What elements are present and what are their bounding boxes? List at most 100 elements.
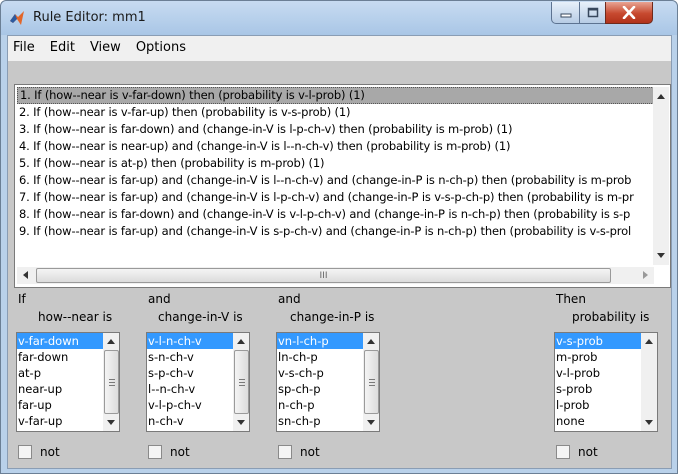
list-item[interactable]: v-l-prob <box>555 365 641 381</box>
probability-items: v-s-prob m-prob v-l-prob s-prob l-prob n… <box>555 333 641 429</box>
matlab-app-icon <box>10 11 24 25</box>
list-item[interactable]: v-far-up <box>17 413 103 429</box>
not-label: not <box>300 445 320 459</box>
listbox-scrollbar[interactable] <box>363 333 379 431</box>
menu-edit[interactable]: Edit <box>50 40 75 55</box>
list-item[interactable]: ln-ch-p <box>277 349 363 365</box>
list-item[interactable]: l-prob <box>555 397 641 413</box>
list-item[interactable]: none <box>555 413 641 429</box>
rule-item[interactable]: 2. If (how--near is v-far-up) then (prob… <box>17 104 654 121</box>
change-in-v-not-row: not <box>148 445 190 459</box>
list-item[interactable]: v-far-down <box>17 333 103 349</box>
change-in-p-not-checkbox[interactable] <box>278 445 292 459</box>
menu-view[interactable]: View <box>90 40 121 55</box>
rule-item[interactable]: 1. If (how--near is v-far-down) then (pr… <box>17 87 654 104</box>
scroll-down-arrow-icon[interactable] <box>107 420 115 425</box>
maximize-button[interactable] <box>579 2 606 24</box>
how-near-not-row: not <box>18 445 60 459</box>
list-item[interactable]: n-ch-p <box>277 397 363 413</box>
rule-item[interactable]: 9. If (how--near is far-up) and (change-… <box>17 223 654 240</box>
list-item[interactable]: far-down <box>17 349 103 365</box>
listbox-scroll-thumb[interactable] <box>364 350 379 414</box>
rule-item[interactable]: 5. If (how--near is at-p) then (probabil… <box>17 155 654 172</box>
not-label: not <box>170 445 190 459</box>
close-icon <box>622 6 636 19</box>
scroll-down-arrow-icon[interactable] <box>367 420 375 425</box>
scroll-up-arrow-icon[interactable] <box>367 339 375 344</box>
then-label: Then <box>556 292 586 306</box>
how-near-listbox[interactable]: v-far-down far-down at-p near-up far-up … <box>16 332 120 432</box>
minimize-button[interactable] <box>551 2 580 24</box>
not-label: not <box>40 445 60 459</box>
scroll-down-arrow-icon[interactable] <box>657 253 665 258</box>
list-item[interactable]: sp-ch-p <box>277 381 363 397</box>
list-item[interactable]: v-l-p-ch-v <box>147 397 233 413</box>
listbox-scrollbar[interactable] <box>103 333 119 431</box>
list-item[interactable]: v-s-ch-p <box>277 365 363 381</box>
list-item[interactable]: m-prob <box>555 349 641 365</box>
probability-not-checkbox[interactable] <box>556 445 570 459</box>
and-label: and <box>148 292 171 306</box>
rule-list-horizontal-scrollbar[interactable]: III <box>17 267 654 284</box>
list-item[interactable]: near-up <box>17 381 103 397</box>
scroll-right-arrow-icon[interactable] <box>643 271 648 279</box>
change-in-p-listbox[interactable]: vn-l-ch-p ln-ch-p v-s-ch-p sp-ch-p n-ch-… <box>276 332 380 432</box>
and-label: and <box>278 292 301 306</box>
probability-listbox[interactable]: v-s-prob m-prob v-l-prob s-prob l-prob n… <box>554 332 658 432</box>
list-item[interactable]: at-p <box>17 365 103 381</box>
change-in-v-listbox[interactable]: v-l-n-ch-v s-n-ch-v s-p-ch-v l--n-ch-v v… <box>146 332 250 432</box>
scroll-down-arrow-icon[interactable] <box>237 420 245 425</box>
listbox-scrollbar[interactable] <box>641 333 657 431</box>
horizontal-scroll-thumb[interactable]: III <box>36 268 611 283</box>
rule-item[interactable]: 6. If (how--near is far-up) and (change-… <box>17 172 654 189</box>
list-item[interactable]: l--n-ch-v <box>147 381 233 397</box>
list-item[interactable]: far-up <box>17 397 103 413</box>
scroll-up-arrow-icon[interactable] <box>237 339 245 344</box>
scroll-up-arrow-icon[interactable] <box>657 94 665 99</box>
menu-bar: File Edit View Options <box>8 36 671 58</box>
rule-list-vertical-scrollbar[interactable] <box>653 87 669 265</box>
scroll-grip: III <box>319 270 328 281</box>
how-near-items: v-far-down far-down at-p near-up far-up … <box>17 333 103 429</box>
rule-item[interactable]: 7. If (how--near is far-up) and (change-… <box>17 189 654 206</box>
if-label: If <box>18 292 26 306</box>
list-item[interactable]: vn-l-ch-p <box>277 333 363 349</box>
rule-item[interactable]: 4. If (how--near is near-up) and (change… <box>17 138 654 155</box>
list-item[interactable]: s-n-ch-v <box>147 349 233 365</box>
menu-options[interactable]: Options <box>136 40 186 55</box>
change-in-v-variable-label: change-in-V is <box>158 310 243 324</box>
list-item[interactable]: v-l-n-ch-v <box>147 333 233 349</box>
probability-not-row: not <box>556 445 598 459</box>
scroll-down-arrow-icon[interactable] <box>645 420 653 425</box>
window-title: Rule Editor: mm1 <box>33 10 146 25</box>
change-in-v-items: v-l-n-ch-v s-n-ch-v s-p-ch-v l--n-ch-v v… <box>147 333 233 429</box>
menu-file[interactable]: File <box>13 40 35 55</box>
title-bar[interactable]: Rule Editor: mm1 <box>1 1 677 35</box>
change-in-p-items: vn-l-ch-p ln-ch-p v-s-ch-p sp-ch-p n-ch-… <box>277 333 363 429</box>
rule-item[interactable]: 3. If (how--near is far-down) and (chang… <box>17 121 654 138</box>
scroll-left-arrow-icon[interactable] <box>23 271 28 279</box>
list-item[interactable]: n-ch-v <box>147 413 233 429</box>
how-near-variable-label: how--near is <box>38 310 113 324</box>
change-in-v-not-checkbox[interactable] <box>148 445 162 459</box>
probability-variable-label: probability is <box>572 310 650 324</box>
rule-list-items: 1. If (how--near is v-far-down) then (pr… <box>17 87 654 265</box>
rule-item[interactable]: 8. If (how--near is far-down) and (chang… <box>17 206 654 223</box>
listbox-scrollbar[interactable] <box>233 333 249 431</box>
list-item[interactable]: s-p-ch-v <box>147 365 233 381</box>
rule-list[interactable]: 1. If (how--near is v-far-down) then (pr… <box>14 84 671 288</box>
close-button[interactable] <box>605 2 653 24</box>
list-item[interactable]: s-prob <box>555 381 641 397</box>
minimize-icon <box>560 13 571 17</box>
scroll-up-arrow-icon[interactable] <box>107 339 115 344</box>
listbox-scroll-thumb[interactable] <box>234 350 249 414</box>
listbox-scroll-thumb[interactable] <box>104 350 119 414</box>
not-label: not <box>578 445 598 459</box>
maximize-icon <box>587 7 598 18</box>
scroll-up-arrow-icon[interactable] <box>645 339 653 344</box>
change-in-p-not-row: not <box>278 445 320 459</box>
list-item[interactable]: sn-ch-p <box>277 413 363 429</box>
list-item[interactable]: v-s-prob <box>555 333 641 349</box>
change-in-p-variable-label: change-in-P is <box>290 310 375 324</box>
how-near-not-checkbox[interactable] <box>18 445 32 459</box>
